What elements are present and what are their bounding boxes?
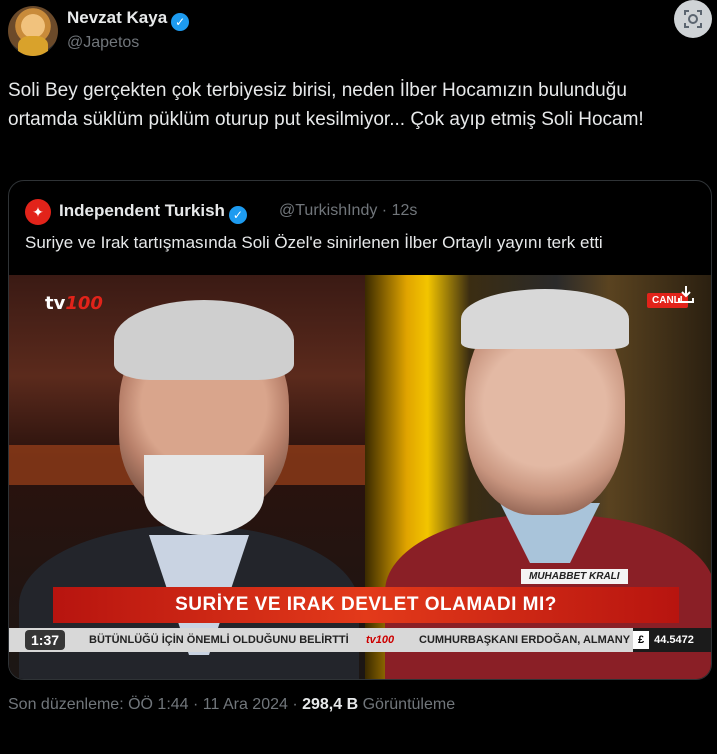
ticker-text-right: CUMHURBAŞKANI ERDOĞAN, ALMANY	[419, 634, 631, 646]
verified-badge-icon: ✓	[228, 206, 247, 224]
tweet-text: Soli Bey gerçekten çok terbiyesiz birisi…	[8, 80, 644, 130]
views-count: 298,4 B	[302, 696, 359, 713]
author-name-row[interactable]: Nevzat Kaya ✓	[67, 8, 190, 31]
quoted-tweet-card[interactable]: ✦ Independent Turkish ✓ @TurkishIndy · 12…	[8, 180, 712, 680]
quoted-author-handle[interactable]: @TurkishIndy · 12s	[279, 202, 417, 220]
verified-badge-icon: ✓	[171, 13, 190, 31]
author-avatar[interactable]	[8, 6, 58, 56]
independent-eagle-icon: ✦	[25, 199, 51, 225]
currency-widget: £ 44.5472	[633, 628, 711, 652]
quoted-author-name-row[interactable]: Independent Turkish ✓	[59, 201, 247, 224]
channel-logo: tv100	[45, 293, 103, 314]
video-headline: SURİYE VE IRAK DEVLET OLAMADI MI?	[53, 587, 679, 623]
program-name: MUHABBET KRALI	[521, 569, 628, 584]
author-name[interactable]: Nevzat Kaya	[67, 8, 167, 27]
currency-value: 44.5472	[654, 634, 694, 646]
image-search-icon[interactable]	[674, 0, 712, 38]
video-duration: 1:37	[25, 630, 66, 650]
author-handle[interactable]: @Japetos	[67, 34, 139, 52]
quoted-author-name[interactable]: Independent Turkish	[59, 201, 225, 220]
ticker-text-left: BÜTÜNLÜĞÜ İÇİN ÖNEMLİ OLDUĞUNU BELİRTTİ	[89, 634, 349, 646]
download-icon[interactable]	[673, 281, 699, 307]
tweet-meta: Son düzenleme: ÖÖ 1:44 · 11 Ara 2024 · 2…	[8, 696, 455, 714]
video-player[interactable]: tv100 CANLI MUHABBET KRALI SURİYE VE IRA…	[9, 275, 711, 679]
quoted-tweet-text: Suriye ve Irak tartışmasında Soli Özel'e…	[25, 233, 603, 252]
views-label: Görüntüleme	[362, 696, 456, 713]
edited-timestamp[interactable]: Son düzenleme: ÖÖ 1:44 · 11 Ara 2024 ·	[8, 696, 298, 713]
news-ticker: BÜTÜNLÜĞÜ İÇİN ÖNEMLİ OLDUĞUNU BELİRTTİ …	[9, 628, 711, 652]
ticker-logo: tv100	[366, 634, 395, 646]
currency-symbol: £	[633, 631, 650, 649]
